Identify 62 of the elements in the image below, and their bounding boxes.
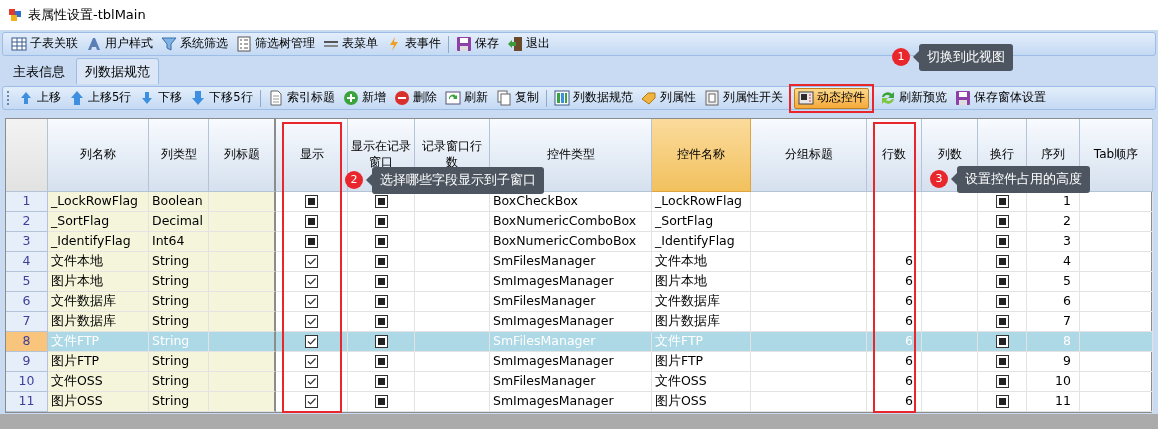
table-cell: 文件数据库 [652,292,751,312]
table-cell: String [149,252,209,272]
table-cell: String [149,312,209,332]
tooltip: 设置控件占用的高度 [957,166,1090,193]
table-cell: 8 [1027,332,1080,352]
table-cell: 5 [1027,272,1080,292]
table-cell: SmFilesManager [490,332,652,352]
table-cell: 图片本地 [652,272,751,292]
window-title: 表属性设置-tblMain [28,6,146,25]
table-cell: Decimal [149,212,209,232]
table-cell: 文件FTP [652,332,751,352]
table-cell: 6 [867,372,922,392]
table-cell: SmFilesManager [490,372,652,392]
table-cell: 6 [867,332,922,352]
table-cell: 文件数据库 [48,292,149,312]
table-cell: _LockRowFlag [48,192,149,212]
table-cell: 6 [867,272,922,292]
table-cell: _IdentifyFlag [48,232,149,252]
table-cell: SmFilesManager [490,252,652,272]
table-cell: _SortFlag [652,212,751,232]
table-cell: Int64 [149,232,209,252]
table-cell: 6 [867,252,922,272]
table-cell: 文件本地 [652,252,751,272]
table-cell: String [149,392,209,412]
table-cell: SmImagesManager [490,392,652,412]
table-cell: 文件OSS [48,372,149,392]
table-cell: 图片OSS [48,392,149,412]
table-cell: String [149,332,209,352]
table-cell: String [149,372,209,392]
tooltip: 切换到此视图 [919,44,1013,71]
table-cell: 文件OSS [652,372,751,392]
table-cell: 10 [1027,372,1080,392]
table-cell: 图片FTP [48,352,149,372]
table-cell: String [149,272,209,292]
table-cell: 图片FTP [652,352,751,372]
table-cell: _IdentifyFlag [652,232,751,252]
table-cell: String [149,292,209,312]
table-cell: 4 [1027,252,1080,272]
table-cell: 6 [867,392,922,412]
table-cell: Boolean [149,192,209,212]
table-cell: _LockRowFlag [652,192,751,212]
table-cell: SmImagesManager [490,272,652,292]
table-cell: 图片本地 [48,272,149,292]
table-cell: 文件FTP [48,332,149,352]
table-cell: String [149,352,209,372]
table-cell: 9 [1027,352,1080,372]
table-cell: 文件本地 [48,252,149,272]
table-cell: 6 [867,352,922,372]
table-cell: _SortFlag [48,212,149,232]
table-cell: 图片OSS [652,392,751,412]
table-cell: 6 [867,292,922,312]
tooltip: 选择哪些字段显示到子窗口 [372,167,544,194]
table-cell: SmFilesManager [490,292,652,312]
table-cell: BoxNumericComboBox [490,212,652,232]
table-cell: 11 [1027,392,1080,412]
table-cell: 图片数据库 [48,312,149,332]
table-cell: 3 [1027,232,1080,252]
table-cell: 6 [1027,292,1080,312]
table-cell: 2 [1027,212,1080,232]
table-cell: SmImagesManager [490,352,652,372]
step-badge: 1 [892,48,910,67]
table-cell: BoxNumericComboBox [490,232,652,252]
